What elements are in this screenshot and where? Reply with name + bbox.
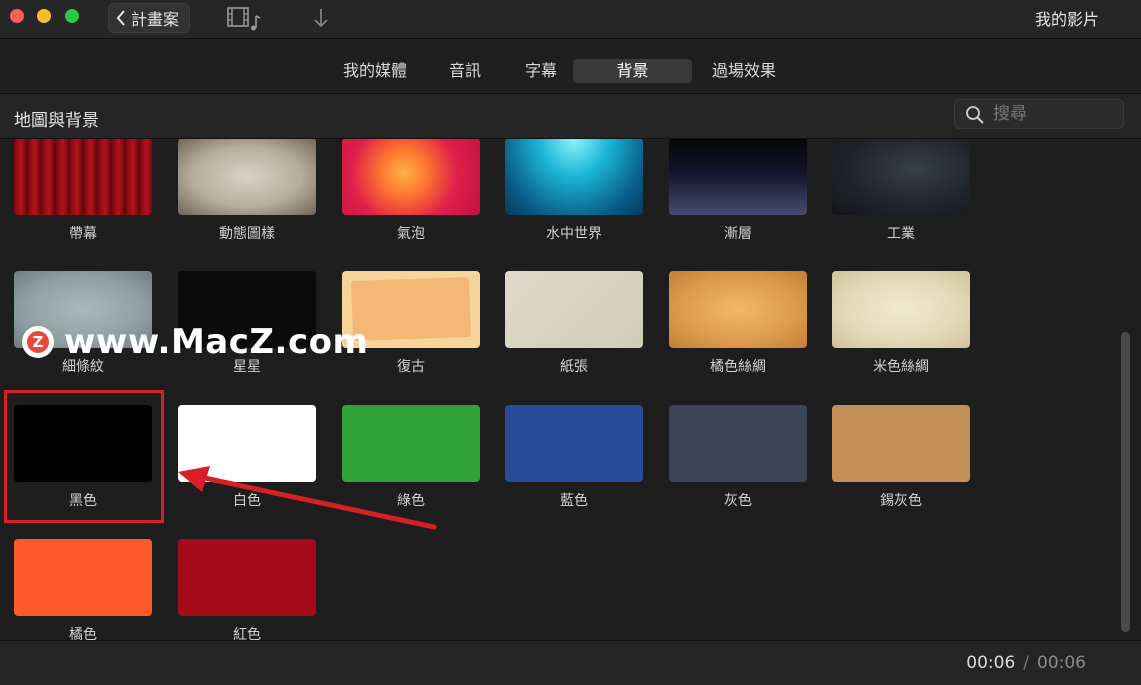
background-tile-orange[interactable]: 橘色 [14, 539, 152, 640]
red-arrow-icon [178, 466, 437, 530]
background-thumbnail [669, 139, 807, 215]
background-tile-bubbles[interactable]: 氣泡 [342, 139, 480, 243]
search-input[interactable] [991, 103, 1119, 125]
section-header: 地圖與背景 [0, 94, 1141, 139]
search-icon [966, 106, 984, 124]
background-tile-beige-silk[interactable]: 米色絲綢 [832, 271, 970, 376]
film-music-icon[interactable] [226, 6, 262, 32]
background-label: 帶幕 [69, 226, 97, 242]
background-thumbnail [342, 139, 480, 215]
background-tile-orange-silk[interactable]: 橘色絲綢 [669, 271, 807, 376]
background-tile-gray[interactable]: 灰色 [669, 405, 807, 510]
background-thumbnail [832, 405, 970, 482]
background-label: 動態圖樣 [219, 226, 275, 242]
background-grid: 帶幕 動態圖樣 氣泡 水中世界 漸層 工業 細條紋 星星 復古 紙張 橘色絲綢 … [0, 139, 1141, 640]
background-tile-underwater[interactable]: 水中世界 [505, 139, 643, 243]
background-thumbnail [505, 139, 643, 215]
background-thumbnail [832, 271, 970, 348]
zoom-window-button[interactable] [65, 9, 79, 23]
tab-backgrounds[interactable]: 背景 [573, 59, 692, 83]
background-tile-blue[interactable]: 藍色 [505, 405, 643, 510]
tab-transitions[interactable]: 過場效果 [702, 59, 786, 83]
total-time: 00:06 [1037, 653, 1086, 673]
section-title: 地圖與背景 [14, 111, 99, 131]
background-tile-pewter[interactable]: 錫灰色 [832, 405, 970, 510]
background-thumbnail [505, 271, 643, 348]
tab-my-media[interactable]: 我的媒體 [333, 59, 417, 83]
background-tile-gradient[interactable]: 漸層 [669, 139, 807, 243]
minimize-window-button[interactable] [37, 9, 51, 23]
bottom-status-bar: 00:06 / 00:06 [0, 640, 1141, 685]
background-label: 紅色 [233, 627, 261, 640]
watermark-text: www.MacZ.com [64, 322, 369, 362]
background-tile-paper[interactable]: 紙張 [505, 271, 643, 376]
tab-titles[interactable]: 字幕 [516, 59, 566, 83]
highlight-box-annotation [4, 390, 164, 523]
background-tile-red[interactable]: 紅色 [178, 539, 316, 640]
close-window-button[interactable] [10, 9, 24, 23]
timecode-display: 00:06 / 00:06 [966, 653, 1086, 673]
background-thumbnail [669, 405, 807, 482]
background-label: 氣泡 [397, 226, 425, 242]
background-thumbnail [178, 139, 316, 215]
background-thumbnail [14, 539, 152, 616]
browser-tab-bar: 我的媒體 音訊 字幕 背景 過場效果 [0, 39, 1141, 94]
background-thumbnail [178, 539, 316, 616]
watermark: Z www.MacZ.com [22, 322, 368, 362]
window-title: 我的影片 [1034, 10, 1099, 29]
background-tile-curtain[interactable]: 帶幕 [14, 139, 152, 243]
background-tile-industrial[interactable]: 工業 [832, 139, 970, 243]
background-thumbnail [832, 139, 970, 215]
current-time: 00:06 [966, 653, 1016, 673]
background-label: 橘色 [69, 627, 97, 640]
svg-text:Z: Z [33, 333, 44, 351]
macz-logo-icon: Z [22, 326, 54, 358]
background-label: 灰色 [724, 493, 752, 509]
background-label: 米色絲綢 [873, 359, 929, 375]
title-bar: 計畫案 我的影片 [0, 0, 1141, 39]
background-thumbnail [505, 405, 643, 482]
background-thumbnail [14, 139, 152, 215]
background-thumbnail [669, 271, 807, 348]
background-label: 錫灰色 [880, 493, 922, 509]
back-button-label: 計畫案 [131, 10, 180, 29]
background-tile-parchment[interactable]: 動態圖樣 [178, 139, 316, 243]
background-label: 工業 [887, 226, 915, 242]
tab-audio[interactable]: 音訊 [440, 59, 490, 83]
background-label: 藍色 [560, 493, 588, 509]
background-label: 橘色絲綢 [710, 359, 766, 375]
chevron-left-icon [116, 10, 125, 26]
timecode-separator: / [1023, 653, 1029, 673]
background-label: 水中世界 [546, 226, 602, 242]
background-label: 漸層 [724, 226, 752, 242]
import-down-arrow-icon[interactable] [312, 7, 330, 29]
search-field[interactable] [954, 99, 1124, 129]
grid-scrollbar[interactable] [1121, 332, 1130, 632]
back-to-projects-button[interactable]: 計畫案 [108, 3, 191, 33]
background-label: 紙張 [560, 359, 588, 375]
